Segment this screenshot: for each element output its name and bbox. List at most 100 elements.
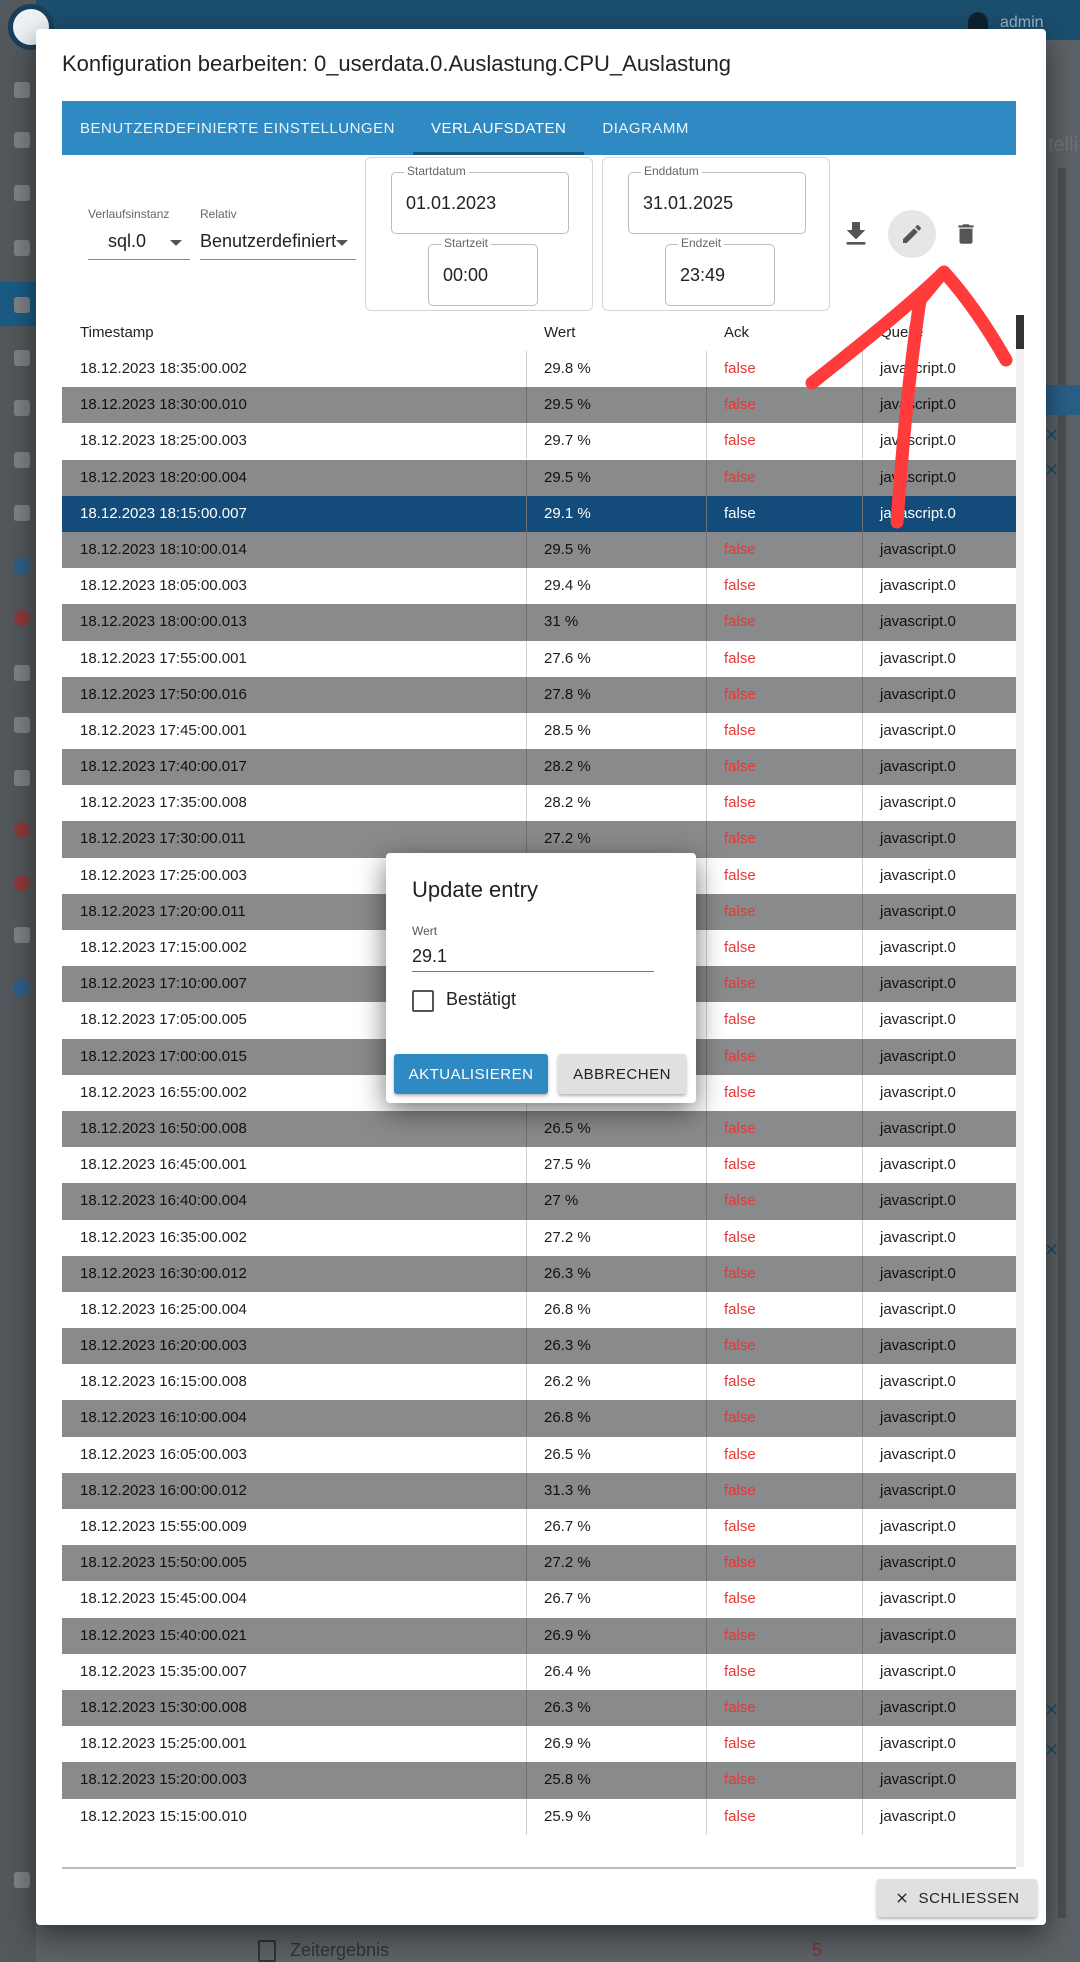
table-row-selected[interactable]: 18.12.2023 18:15:00.007 29.1 % false javasc… xyxy=(62,495,1016,532)
table-row[interactable]: 18.12.2023 16:50:00.008 26.5 % false javasc… xyxy=(62,1110,1016,1148)
table-row[interactable]: 18.12.2023 15:40:00.021 26.9 % false javasc… xyxy=(62,1617,1016,1654)
row-ack: false xyxy=(724,1192,756,1210)
table-row[interactable]: 18.12.2023 15:20:00.003 25.8 % false javasc… xyxy=(62,1762,1016,1799)
bg-selected-strip xyxy=(1046,385,1080,415)
table-row[interactable]: 18.12.2023 16:20:00.003 26.3 % false javasc… xyxy=(62,1328,1016,1365)
row-value: 27.2 % xyxy=(544,1228,591,1246)
tab-custom-settings[interactable]: Benutzerdefinierte Einstellungen xyxy=(62,101,413,155)
row-ack: false xyxy=(724,1698,756,1716)
close-icon xyxy=(897,1893,908,1903)
close-button[interactable]: SCHLIESSEN xyxy=(877,1879,1037,1917)
table-row[interactable]: 18.12.2023 17:40:00.017 28.2 % false javasc… xyxy=(62,749,1016,786)
row-source: javascript.0 xyxy=(880,1481,956,1499)
column-divider xyxy=(862,604,863,641)
table-row[interactable]: 18.12.2023 15:45:00.004 26.7 % false javasc… xyxy=(62,1581,1016,1618)
column-divider xyxy=(862,1110,863,1147)
value-input[interactable]: 29.1 xyxy=(412,941,654,972)
tab-bar: Benutzerdefinierte Einstellungen Verlauf… xyxy=(62,101,1016,155)
row-ack: false xyxy=(724,1228,756,1246)
column-divider xyxy=(706,1219,707,1256)
row-ack: false xyxy=(724,396,756,414)
header-source[interactable]: Quelle xyxy=(880,315,923,351)
column-divider xyxy=(706,531,707,568)
header-timestamp[interactable]: Timestamp xyxy=(80,315,154,351)
row-value: 26.9 % xyxy=(544,1735,591,1753)
end-time-field[interactable]: Endzeit 23:49 xyxy=(665,236,775,306)
row-ack: false xyxy=(724,758,756,776)
table-row[interactable]: 18.12.2023 18:10:00.014 29.5 % false javasc… xyxy=(62,531,1016,569)
header-value[interactable]: Wert xyxy=(544,315,575,351)
row-source: javascript.0 xyxy=(880,975,956,993)
table-row[interactable]: 18.12.2023 18:00:00.013 31 % false javascri… xyxy=(62,604,1016,641)
end-date-value: 31.01.2025 xyxy=(643,193,734,213)
column-divider xyxy=(862,351,863,387)
table-row[interactable]: 18.12.2023 17:55:00.001 27.6 % false javasc… xyxy=(62,640,1016,677)
row-ack: false xyxy=(724,794,756,812)
tab-chart[interactable]: Diagramm xyxy=(584,101,707,155)
row-source: javascript.0 xyxy=(880,504,956,522)
table-row[interactable]: 18.12.2023 17:50:00.016 27.8 % false javasc… xyxy=(62,676,1016,713)
column-divider xyxy=(706,1472,707,1509)
column-divider xyxy=(526,1653,527,1690)
row-value: 29.5 % xyxy=(544,396,591,414)
table-row[interactable]: 18.12.2023 15:50:00.005 27.2 % false javasc… xyxy=(62,1545,1016,1582)
table-row[interactable]: 18.12.2023 18:20:00.004 29.5 % false javasc… xyxy=(62,459,1016,496)
end-date-field[interactable]: Enddatum 31.01.2025 xyxy=(628,164,806,234)
column-divider xyxy=(862,1328,863,1365)
start-date-field[interactable]: Startdatum 01.01.2023 xyxy=(391,164,569,234)
end-time-value: 23:49 xyxy=(680,265,726,285)
table-row[interactable]: 18.12.2023 18:05:00.003 29.4 % false javasc… xyxy=(62,568,1016,605)
column-divider xyxy=(526,1472,527,1509)
edit-button[interactable] xyxy=(888,210,936,258)
row-value: 28.2 % xyxy=(544,794,591,812)
table-row[interactable]: 18.12.2023 16:30:00.012 26.3 % false javasc… xyxy=(62,1255,1016,1292)
table-row[interactable]: 18.12.2023 16:15:00.008 26.2 % false javasc… xyxy=(62,1364,1016,1401)
table-row[interactable]: 18.12.2023 18:25:00.003 29.7 % false javasc… xyxy=(62,423,1016,460)
instance-select[interactable]: sql.0 xyxy=(108,231,178,252)
start-time-field[interactable]: Startzeit 00:00 xyxy=(428,236,538,306)
table-row[interactable]: 18.12.2023 15:25:00.001 26.9 % false javasc… xyxy=(62,1726,1016,1763)
row-source: javascript.0 xyxy=(880,1264,956,1282)
table-row[interactable]: 18.12.2023 18:30:00.010 29.5 % false javasc… xyxy=(62,387,1016,424)
table-row[interactable]: 18.12.2023 16:00:00.012 31.3 % false javasc… xyxy=(62,1472,1016,1509)
table-row[interactable]: 18.12.2023 16:10:00.004 26.8 % false javasc… xyxy=(62,1400,1016,1437)
row-source: javascript.0 xyxy=(880,1626,956,1644)
row-source: javascript.0 xyxy=(880,866,956,884)
delete-button[interactable] xyxy=(946,214,986,254)
column-divider xyxy=(526,1110,527,1147)
row-ack: false xyxy=(724,866,756,884)
table-row[interactable]: 18.12.2023 15:55:00.009 26.7 % false javasc… xyxy=(62,1509,1016,1546)
table-row[interactable]: 18.12.2023 16:05:00.003 26.5 % false javasc… xyxy=(62,1436,1016,1473)
row-timestamp: 18.12.2023 15:25:00.001 xyxy=(80,1735,247,1753)
relative-select[interactable]: Benutzerdefiniert xyxy=(200,231,342,252)
column-divider xyxy=(862,1255,863,1292)
download-button[interactable] xyxy=(836,214,876,254)
row-timestamp: 18.12.2023 16:00:00.012 xyxy=(80,1481,247,1499)
column-divider xyxy=(706,1255,707,1292)
table-scrollbar[interactable] xyxy=(1016,315,1024,1867)
header-ack[interactable]: Ack xyxy=(724,315,749,351)
table-row[interactable]: 18.12.2023 16:35:00.002 27.2 % false javasc… xyxy=(62,1219,1016,1256)
row-timestamp: 18.12.2023 16:20:00.003 xyxy=(80,1337,247,1355)
table-row[interactable]: 18.12.2023 16:40:00.004 27 % false javascri… xyxy=(62,1183,1016,1220)
row-ack: false xyxy=(724,360,756,377)
table-row[interactable]: 18.12.2023 17:35:00.008 28.2 % false javasc… xyxy=(62,785,1016,822)
row-source: javascript.0 xyxy=(880,1662,956,1680)
table-row[interactable]: 18.12.2023 18:35:00.002 29.8 % false javasc… xyxy=(62,351,1016,388)
column-divider xyxy=(526,423,527,460)
table-row[interactable]: 18.12.2023 16:25:00.004 26.8 % false javasc… xyxy=(62,1291,1016,1329)
table-row[interactable]: 18.12.2023 17:45:00.001 28.5 % false javasc… xyxy=(62,712,1016,750)
tab-history-data[interactable]: Verlaufsdaten xyxy=(412,101,585,155)
table-row[interactable]: 18.12.2023 15:35:00.007 26.4 % false javasc… xyxy=(62,1653,1016,1690)
table-row[interactable]: 18.12.2023 16:45:00.001 27.5 % false javasc… xyxy=(62,1147,1016,1184)
row-value: 26.3 % xyxy=(544,1337,591,1355)
table-row[interactable]: 18.12.2023 15:30:00.008 26.3 % false javasc… xyxy=(62,1689,1016,1727)
table-scrollbar-thumb[interactable] xyxy=(1016,315,1024,349)
cancel-button[interactable]: ABBRECHEN xyxy=(558,1054,686,1094)
confirmed-checkbox[interactable] xyxy=(412,990,434,1012)
end-date-label: Enddatum xyxy=(641,164,702,178)
row-timestamp: 18.12.2023 17:30:00.011 xyxy=(80,830,246,848)
update-button[interactable]: AKTUALISIEREN xyxy=(394,1054,548,1094)
row-ack: false xyxy=(724,1626,756,1644)
table-row[interactable]: 18.12.2023 15:15:00.010 25.9 % false javasc… xyxy=(62,1798,1016,1835)
